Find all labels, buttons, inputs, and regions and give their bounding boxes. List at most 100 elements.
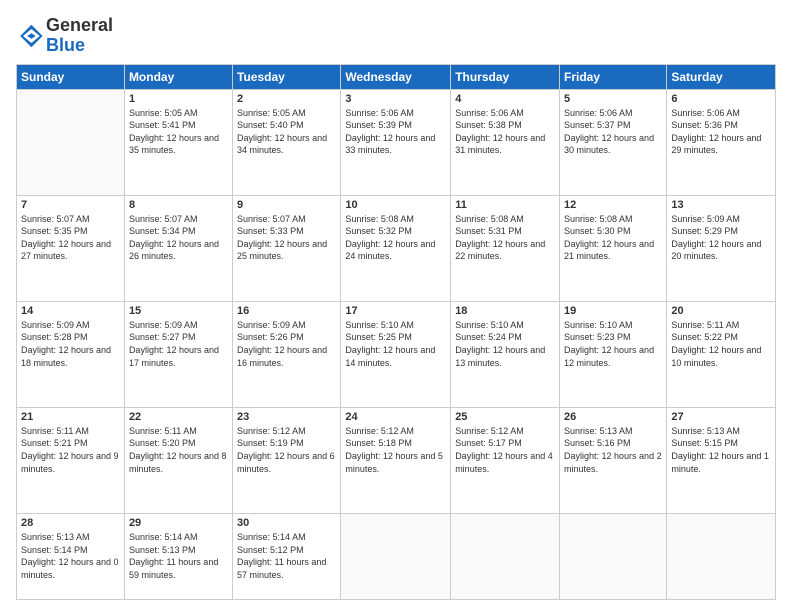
cell-info: Sunrise: 5:12 AMSunset: 5:18 PMDaylight:…: [345, 425, 446, 475]
calendar-body: 1 Sunrise: 5:05 AMSunset: 5:41 PMDayligh…: [17, 89, 776, 599]
cell-info: Sunrise: 5:08 AMSunset: 5:32 PMDaylight:…: [345, 213, 446, 263]
weekday-header: Wednesday: [341, 64, 451, 89]
calendar-cell: [451, 513, 560, 599]
day-number: 3: [345, 93, 446, 105]
calendar-cell: 2 Sunrise: 5:05 AMSunset: 5:40 PMDayligh…: [233, 89, 341, 195]
day-number: 11: [455, 199, 555, 211]
cell-info: Sunrise: 5:09 AMSunset: 5:27 PMDaylight:…: [129, 319, 228, 369]
cell-info: Sunrise: 5:09 AMSunset: 5:26 PMDaylight:…: [237, 319, 336, 369]
calendar-week-row: 28 Sunrise: 5:13 AMSunset: 5:14 PMDaylig…: [17, 513, 776, 599]
cell-info: Sunrise: 5:06 AMSunset: 5:37 PMDaylight:…: [564, 107, 662, 157]
cell-info: Sunrise: 5:10 AMSunset: 5:23 PMDaylight:…: [564, 319, 662, 369]
calendar-cell: [667, 513, 776, 599]
cell-info: Sunrise: 5:05 AMSunset: 5:40 PMDaylight:…: [237, 107, 336, 157]
day-number: 19: [564, 305, 662, 317]
day-number: 5: [564, 93, 662, 105]
calendar-cell: 5 Sunrise: 5:06 AMSunset: 5:37 PMDayligh…: [560, 89, 667, 195]
day-number: 12: [564, 199, 662, 211]
cell-info: Sunrise: 5:10 AMSunset: 5:24 PMDaylight:…: [455, 319, 555, 369]
day-number: 28: [21, 517, 120, 529]
logo-text-line2: Blue: [46, 36, 113, 56]
cell-info: Sunrise: 5:08 AMSunset: 5:31 PMDaylight:…: [455, 213, 555, 263]
cell-info: Sunrise: 5:05 AMSunset: 5:41 PMDaylight:…: [129, 107, 228, 157]
calendar-cell: 7 Sunrise: 5:07 AMSunset: 5:35 PMDayligh…: [17, 195, 125, 301]
cell-info: Sunrise: 5:11 AMSunset: 5:20 PMDaylight:…: [129, 425, 228, 475]
cell-info: Sunrise: 5:12 AMSunset: 5:19 PMDaylight:…: [237, 425, 336, 475]
cell-info: Sunrise: 5:13 AMSunset: 5:14 PMDaylight:…: [21, 531, 120, 581]
weekday-header: Sunday: [17, 64, 125, 89]
cell-info: Sunrise: 5:13 AMSunset: 5:15 PMDaylight:…: [671, 425, 771, 475]
cell-info: Sunrise: 5:09 AMSunset: 5:28 PMDaylight:…: [21, 319, 120, 369]
calendar-cell: 30 Sunrise: 5:14 AMSunset: 5:12 PMDaylig…: [233, 513, 341, 599]
calendar-cell: 23 Sunrise: 5:12 AMSunset: 5:19 PMDaylig…: [233, 407, 341, 513]
day-number: 4: [455, 93, 555, 105]
calendar-cell: 15 Sunrise: 5:09 AMSunset: 5:27 PMDaylig…: [124, 301, 232, 407]
calendar-cell: 9 Sunrise: 5:07 AMSunset: 5:33 PMDayligh…: [233, 195, 341, 301]
day-number: 13: [671, 199, 771, 211]
cell-info: Sunrise: 5:10 AMSunset: 5:25 PMDaylight:…: [345, 319, 446, 369]
calendar-cell: [341, 513, 451, 599]
calendar-cell: 20 Sunrise: 5:11 AMSunset: 5:22 PMDaylig…: [667, 301, 776, 407]
day-number: 17: [345, 305, 446, 317]
cell-info: Sunrise: 5:14 AMSunset: 5:13 PMDaylight:…: [129, 531, 228, 581]
weekday-header: Saturday: [667, 64, 776, 89]
calendar-cell: 19 Sunrise: 5:10 AMSunset: 5:23 PMDaylig…: [560, 301, 667, 407]
cell-info: Sunrise: 5:11 AMSunset: 5:22 PMDaylight:…: [671, 319, 771, 369]
day-number: 20: [671, 305, 771, 317]
day-number: 21: [21, 411, 120, 423]
day-number: 8: [129, 199, 228, 211]
calendar-cell: 4 Sunrise: 5:06 AMSunset: 5:38 PMDayligh…: [451, 89, 560, 195]
weekday-header: Thursday: [451, 64, 560, 89]
day-number: 10: [345, 199, 446, 211]
cell-info: Sunrise: 5:09 AMSunset: 5:29 PMDaylight:…: [671, 213, 771, 263]
calendar-week-row: 7 Sunrise: 5:07 AMSunset: 5:35 PMDayligh…: [17, 195, 776, 301]
header: General Blue: [16, 12, 776, 56]
cell-info: Sunrise: 5:07 AMSunset: 5:34 PMDaylight:…: [129, 213, 228, 263]
calendar-cell: 6 Sunrise: 5:06 AMSunset: 5:36 PMDayligh…: [667, 89, 776, 195]
day-number: 18: [455, 305, 555, 317]
calendar-cell: 16 Sunrise: 5:09 AMSunset: 5:26 PMDaylig…: [233, 301, 341, 407]
day-number: 16: [237, 305, 336, 317]
cell-info: Sunrise: 5:06 AMSunset: 5:38 PMDaylight:…: [455, 107, 555, 157]
cell-info: Sunrise: 5:06 AMSunset: 5:36 PMDaylight:…: [671, 107, 771, 157]
calendar-cell: 14 Sunrise: 5:09 AMSunset: 5:28 PMDaylig…: [17, 301, 125, 407]
calendar-cell: 8 Sunrise: 5:07 AMSunset: 5:34 PMDayligh…: [124, 195, 232, 301]
calendar-cell: 1 Sunrise: 5:05 AMSunset: 5:41 PMDayligh…: [124, 89, 232, 195]
day-number: 27: [671, 411, 771, 423]
calendar-cell: 22 Sunrise: 5:11 AMSunset: 5:20 PMDaylig…: [124, 407, 232, 513]
day-number: 1: [129, 93, 228, 105]
logo: General Blue: [16, 16, 113, 56]
calendar-cell: 11 Sunrise: 5:08 AMSunset: 5:31 PMDaylig…: [451, 195, 560, 301]
cell-info: Sunrise: 5:07 AMSunset: 5:35 PMDaylight:…: [21, 213, 120, 263]
calendar-cell: 28 Sunrise: 5:13 AMSunset: 5:14 PMDaylig…: [17, 513, 125, 599]
day-number: 23: [237, 411, 336, 423]
logo-icon: [16, 22, 44, 50]
calendar-week-row: 14 Sunrise: 5:09 AMSunset: 5:28 PMDaylig…: [17, 301, 776, 407]
cell-info: Sunrise: 5:13 AMSunset: 5:16 PMDaylight:…: [564, 425, 662, 475]
calendar-cell: 17 Sunrise: 5:10 AMSunset: 5:25 PMDaylig…: [341, 301, 451, 407]
cell-info: Sunrise: 5:12 AMSunset: 5:17 PMDaylight:…: [455, 425, 555, 475]
day-number: 6: [671, 93, 771, 105]
calendar-cell: 25 Sunrise: 5:12 AMSunset: 5:17 PMDaylig…: [451, 407, 560, 513]
calendar-cell: 26 Sunrise: 5:13 AMSunset: 5:16 PMDaylig…: [560, 407, 667, 513]
calendar-cell: 3 Sunrise: 5:06 AMSunset: 5:39 PMDayligh…: [341, 89, 451, 195]
day-number: 2: [237, 93, 336, 105]
day-number: 26: [564, 411, 662, 423]
weekday-header: Tuesday: [233, 64, 341, 89]
weekday-header: Monday: [124, 64, 232, 89]
calendar-cell: 18 Sunrise: 5:10 AMSunset: 5:24 PMDaylig…: [451, 301, 560, 407]
page: General Blue SundayMondayTuesdayWednesda…: [0, 0, 792, 612]
calendar-week-row: 21 Sunrise: 5:11 AMSunset: 5:21 PMDaylig…: [17, 407, 776, 513]
day-number: 25: [455, 411, 555, 423]
calendar-cell: 24 Sunrise: 5:12 AMSunset: 5:18 PMDaylig…: [341, 407, 451, 513]
day-number: 9: [237, 199, 336, 211]
day-number: 29: [129, 517, 228, 529]
calendar-cell: 13 Sunrise: 5:09 AMSunset: 5:29 PMDaylig…: [667, 195, 776, 301]
day-number: 22: [129, 411, 228, 423]
day-number: 15: [129, 305, 228, 317]
calendar-cell: 10 Sunrise: 5:08 AMSunset: 5:32 PMDaylig…: [341, 195, 451, 301]
calendar-table: SundayMondayTuesdayWednesdayThursdayFrid…: [16, 64, 776, 600]
logo-text-line1: General: [46, 16, 113, 36]
cell-info: Sunrise: 5:07 AMSunset: 5:33 PMDaylight:…: [237, 213, 336, 263]
calendar-cell: 12 Sunrise: 5:08 AMSunset: 5:30 PMDaylig…: [560, 195, 667, 301]
